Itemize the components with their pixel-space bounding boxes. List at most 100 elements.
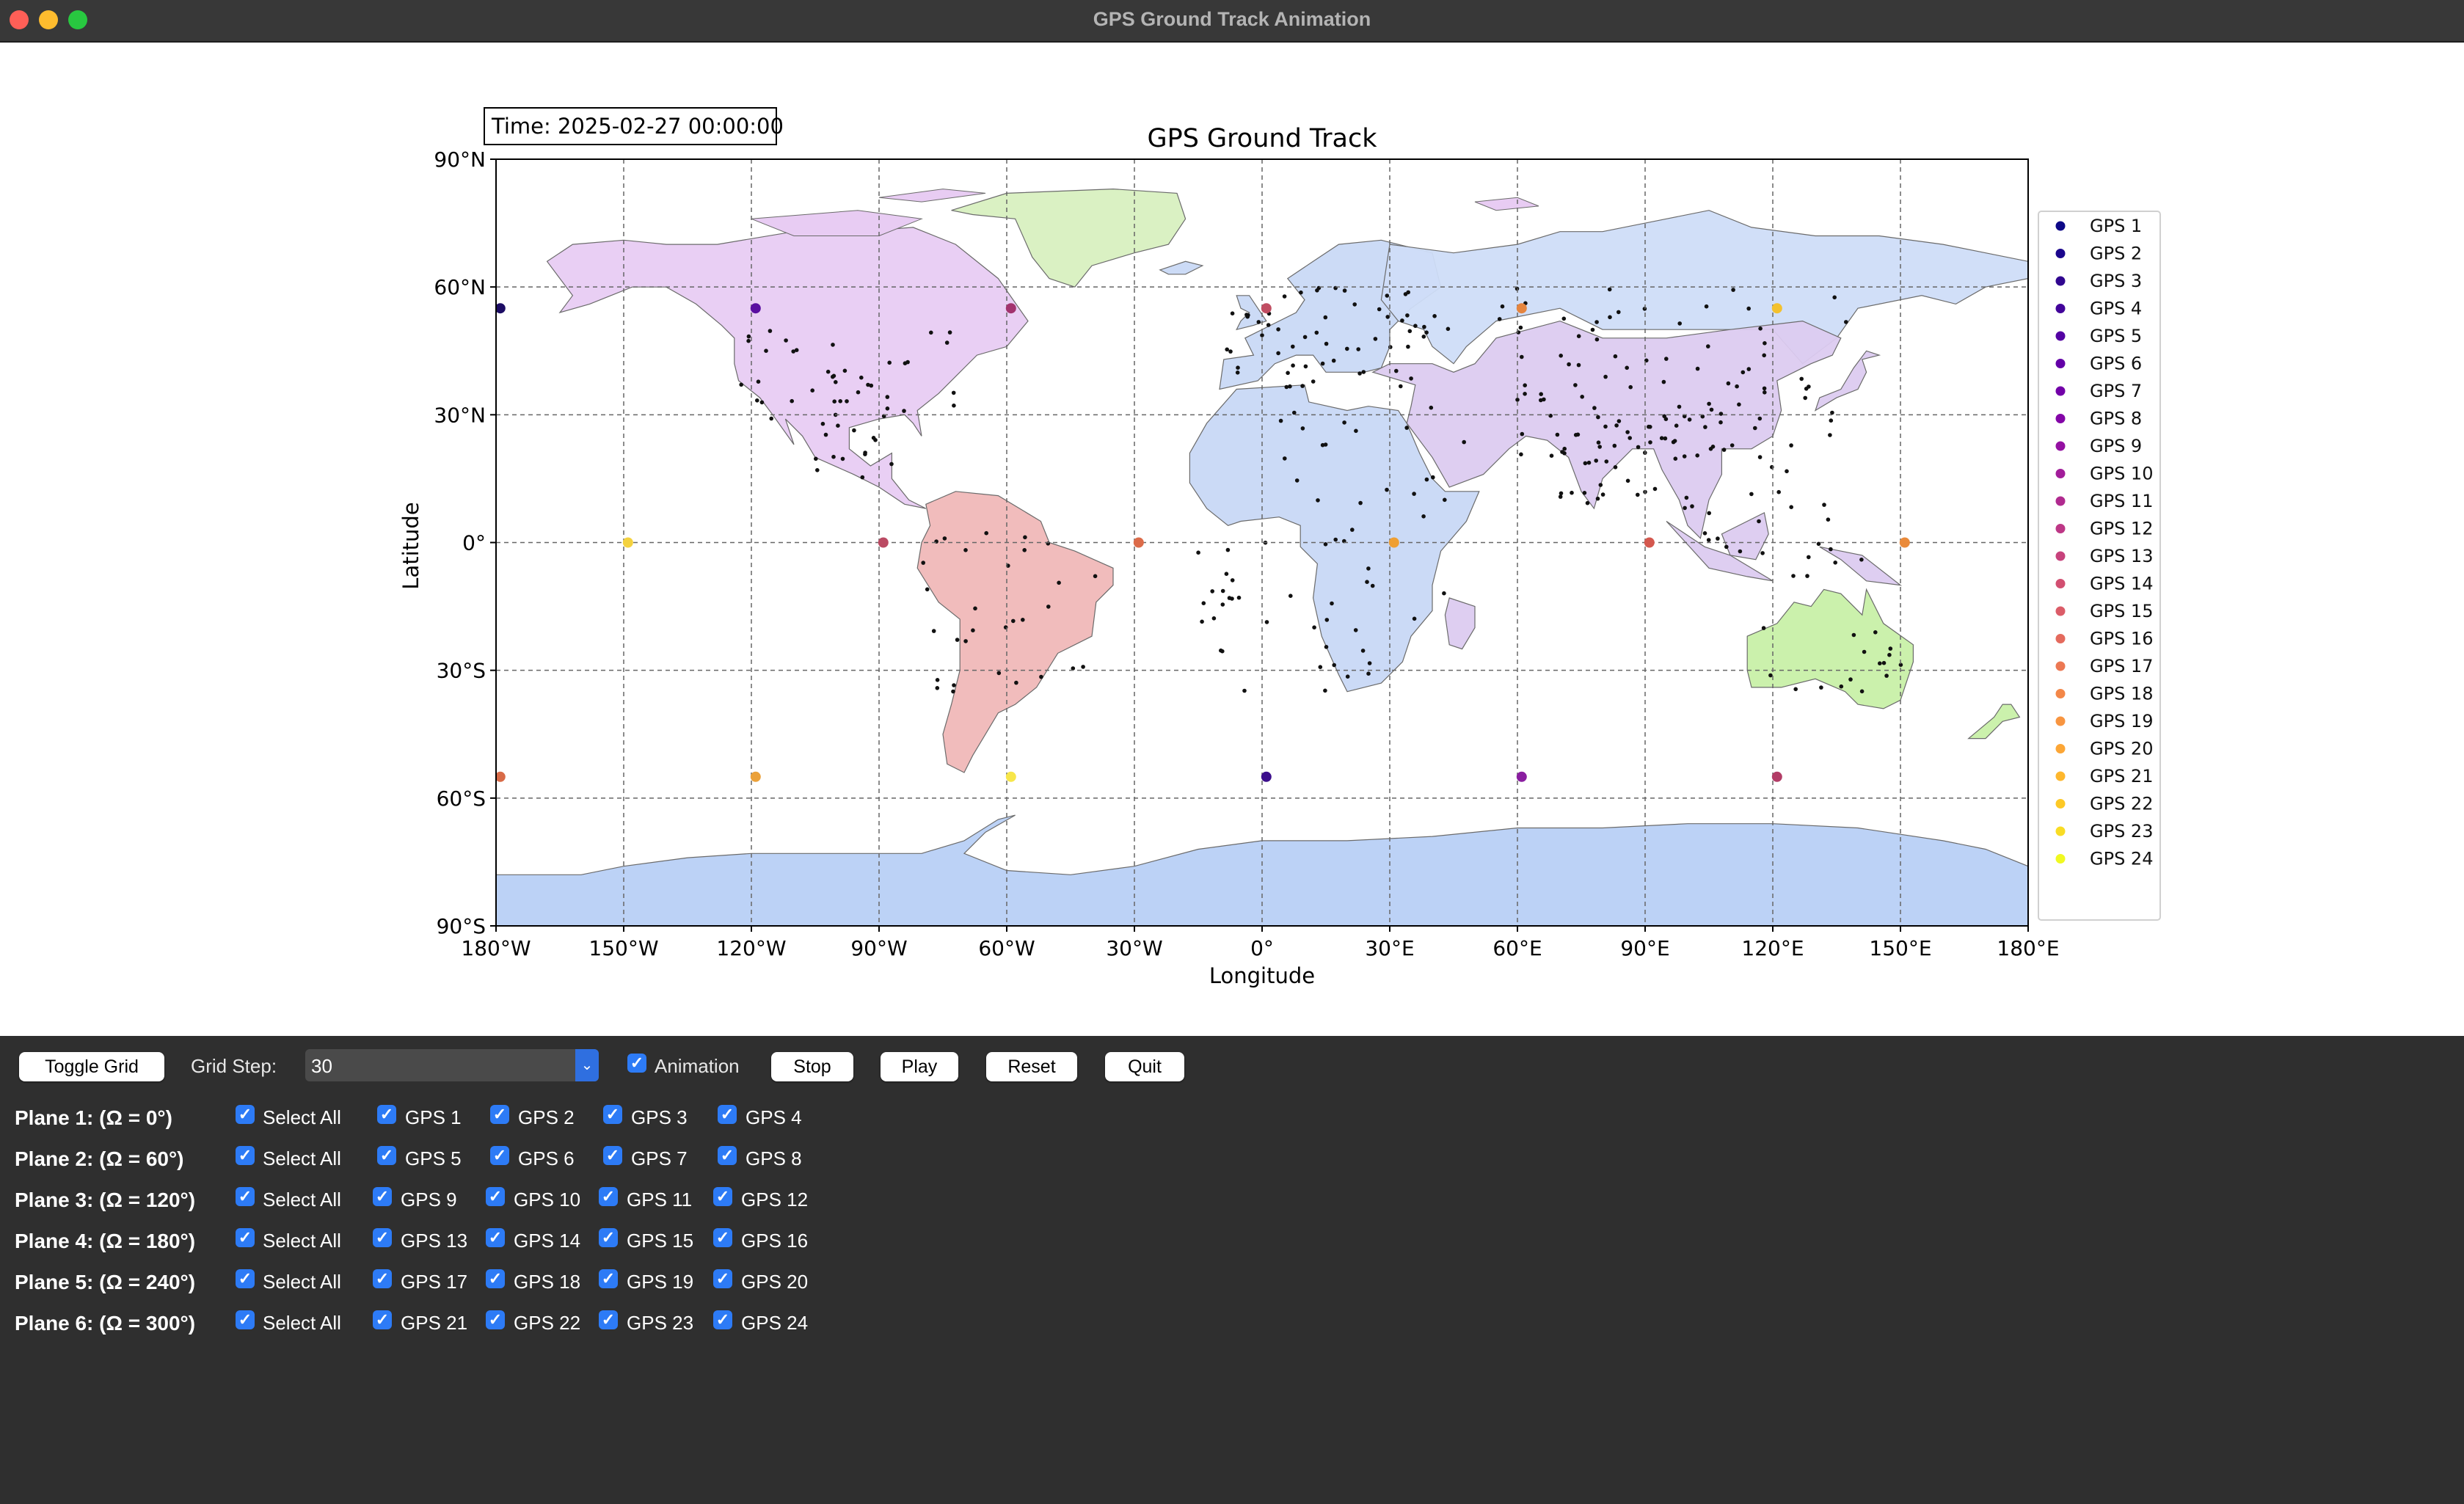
grid-step-select[interactable]: 30 ⌄ bbox=[305, 1049, 599, 1081]
city-dot bbox=[1661, 379, 1666, 384]
satellite-checkbox[interactable]: ✓ bbox=[373, 1187, 392, 1206]
city-dot bbox=[1613, 354, 1618, 359]
city-dot bbox=[1768, 673, 1773, 678]
select-all-label: Select All bbox=[263, 1271, 341, 1293]
satellite-checkbox[interactable]: ✓ bbox=[718, 1146, 737, 1165]
satellite-checkbox[interactable]: ✓ bbox=[377, 1146, 396, 1165]
city-dot bbox=[1829, 547, 1833, 552]
city-dot bbox=[1324, 341, 1329, 346]
satellite-checkbox[interactable]: ✓ bbox=[713, 1310, 732, 1329]
satellite-checkbox[interactable]: ✓ bbox=[718, 1105, 737, 1124]
city-dot bbox=[1683, 505, 1687, 511]
city-dot bbox=[1256, 320, 1261, 324]
stop-button[interactable]: Stop bbox=[771, 1052, 853, 1081]
satellite-checkbox[interactable]: ✓ bbox=[713, 1187, 732, 1206]
city-dot bbox=[1365, 580, 1369, 584]
select-all-label: Select All bbox=[263, 1189, 341, 1211]
select-all-checkbox[interactable]: ✓ bbox=[236, 1228, 255, 1247]
city-dot bbox=[1283, 456, 1287, 461]
city-dot bbox=[1567, 362, 1571, 367]
satellite-label: GPS 7 bbox=[631, 1147, 688, 1169]
satellite-label: GPS 9 bbox=[401, 1189, 457, 1211]
select-all-checkbox[interactable]: ✓ bbox=[236, 1269, 255, 1288]
select-all-checkbox[interactable]: ✓ bbox=[236, 1187, 255, 1206]
satellite-checkbox[interactable]: ✓ bbox=[490, 1146, 509, 1165]
x-axis-ticks: 180°W 150°W 120°W 90°W 60°W 30°W 0° 30°E 60°E 90°… bbox=[461, 926, 2060, 960]
select-all-checkbox[interactable]: ✓ bbox=[236, 1146, 255, 1165]
city-dot bbox=[1399, 384, 1403, 389]
satellite-checkbox[interactable]: ✓ bbox=[486, 1269, 505, 1288]
satellite-checkbox[interactable]: ✓ bbox=[486, 1187, 505, 1206]
city-dot bbox=[1695, 453, 1699, 458]
city-dot bbox=[1749, 492, 1754, 497]
city-dot bbox=[1762, 353, 1766, 358]
window-titlebar: GPS Ground Track Animation bbox=[0, 0, 2464, 43]
city-dot bbox=[1443, 497, 1447, 503]
city-dot bbox=[1462, 439, 1466, 445]
city-dot bbox=[1594, 320, 1599, 324]
satellite-checkbox[interactable]: ✓ bbox=[599, 1187, 618, 1206]
city-dot bbox=[1746, 306, 1751, 311]
satellite-checkbox[interactable]: ✓ bbox=[373, 1269, 392, 1288]
city-dot bbox=[1687, 417, 1692, 422]
city-dot bbox=[1318, 665, 1323, 669]
satellite-label: GPS 24 bbox=[741, 1312, 809, 1334]
x-tick-label: 180°W bbox=[461, 936, 531, 960]
city-dot bbox=[952, 404, 956, 408]
city-dot bbox=[1377, 307, 1382, 312]
y-axis-ticks: 90°N 60°N 30°N 0° 30°S 60°S 90°S bbox=[434, 147, 496, 938]
satellite-checkbox[interactable]: ✓ bbox=[603, 1105, 622, 1124]
satellite-checkbox[interactable]: ✓ bbox=[373, 1310, 392, 1329]
city-dot bbox=[1596, 440, 1601, 445]
satellite-checkbox[interactable]: ✓ bbox=[373, 1228, 392, 1247]
satellite-checkbox[interactable]: ✓ bbox=[599, 1269, 618, 1288]
animation-checkbox[interactable]: ✓ bbox=[627, 1054, 646, 1073]
chevron-down-icon: ⌄ bbox=[575, 1049, 599, 1081]
city-dot bbox=[1446, 326, 1451, 332]
reset-button[interactable]: Reset bbox=[986, 1052, 1077, 1081]
select-all-checkbox[interactable]: ✓ bbox=[236, 1105, 255, 1124]
satellite-checkbox[interactable]: ✓ bbox=[377, 1105, 396, 1124]
city-dot bbox=[1616, 310, 1621, 315]
city-dot bbox=[921, 561, 925, 565]
city-dot bbox=[1373, 337, 1378, 341]
city-dot bbox=[1219, 648, 1223, 653]
legend-label: GPS 15 bbox=[2090, 601, 2153, 621]
legend-label: GPS 3 bbox=[2090, 271, 2142, 291]
city-dot bbox=[1442, 591, 1446, 596]
city-dot bbox=[820, 421, 825, 426]
city-dot bbox=[1312, 625, 1316, 629]
legend-label: GPS 13 bbox=[2090, 546, 2153, 566]
city-dot bbox=[1614, 423, 1619, 428]
plot-figure: 180°W 150°W 120°W 90°W 60°W 30°W 0° 30°E 60°E 90°… bbox=[0, 43, 2464, 1036]
city-dot bbox=[1515, 398, 1520, 402]
city-dot bbox=[1663, 417, 1669, 421]
satellite-checkbox[interactable]: ✓ bbox=[603, 1146, 622, 1165]
legend-label: GPS 8 bbox=[2090, 409, 2142, 429]
quit-button[interactable]: Quit bbox=[1105, 1052, 1184, 1081]
city-dot bbox=[842, 368, 848, 373]
city-dot bbox=[1707, 401, 1711, 406]
play-button[interactable]: Play bbox=[881, 1052, 958, 1081]
satellite-checkbox[interactable]: ✓ bbox=[713, 1228, 732, 1247]
city-dot bbox=[1523, 392, 1527, 396]
city-dot bbox=[1706, 538, 1711, 542]
satellite-checkbox[interactable]: ✓ bbox=[713, 1269, 732, 1288]
city-dot bbox=[1314, 330, 1319, 335]
satellite-checkbox[interactable]: ✓ bbox=[599, 1228, 618, 1247]
city-dot bbox=[1673, 456, 1678, 461]
select-all-checkbox[interactable]: ✓ bbox=[236, 1310, 255, 1329]
y-tick-label: 90°N bbox=[434, 147, 486, 172]
satellite-label: GPS 17 bbox=[401, 1271, 468, 1293]
city-dot bbox=[1819, 685, 1823, 690]
city-dot bbox=[951, 390, 956, 395]
satellite-checkbox[interactable]: ✓ bbox=[486, 1228, 505, 1247]
satellite-checkbox[interactable]: ✓ bbox=[486, 1310, 505, 1329]
toggle-grid-button[interactable]: Toggle Grid bbox=[19, 1052, 164, 1081]
city-dot bbox=[1707, 511, 1711, 516]
city-dot bbox=[873, 438, 878, 442]
satellite-checkbox[interactable]: ✓ bbox=[599, 1310, 618, 1329]
satellite-checkbox[interactable]: ✓ bbox=[490, 1105, 509, 1124]
select-all-label: Select All bbox=[263, 1106, 341, 1128]
city-dot bbox=[1014, 680, 1018, 685]
